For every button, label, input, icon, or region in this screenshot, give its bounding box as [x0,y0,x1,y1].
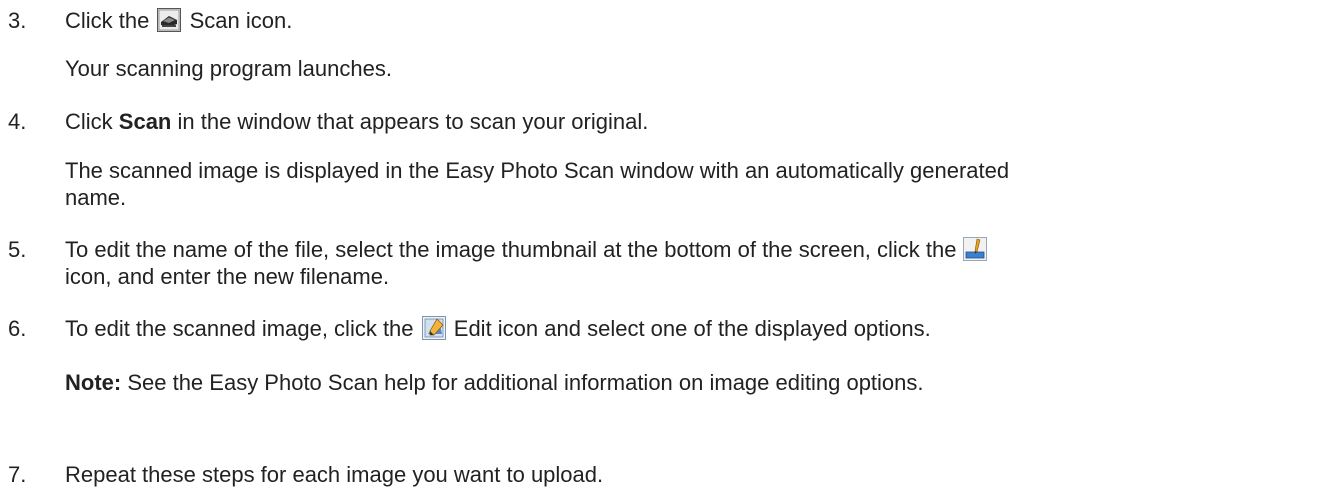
step-text-part: To edit the name of the file, select the… [65,237,957,262]
step-text-part: Click [65,109,119,134]
step-text-part: Edit icon and select one of the displaye… [447,316,931,341]
step-number: 7. [8,462,27,487]
step-number: 5. [8,237,27,262]
step-result: name. [65,185,127,210]
rename-icon [962,237,987,261]
step-text: Repeat these steps for each image you wa… [65,462,604,487]
step-text-part: in the window that appears to scan your … [171,109,649,134]
step-text-part: Scan icon. [183,8,293,33]
step-text-part: icon, and enter the new filename. [65,264,390,289]
step-number: 4. [8,109,27,134]
note-body: See the Easy Photo Scan help for additio… [121,370,924,395]
step-number: 3. [8,8,27,33]
step-text: Click Scan in the window that appears to… [65,109,648,135]
scan-icon [157,8,182,32]
scan-emphasis: Scan [118,109,172,134]
note-text: Note: See the Easy Photo Scan help for a… [65,370,924,396]
note-label: Note: [65,370,122,395]
step-number: 6. [8,316,27,341]
step-text-part: To edit the scanned image, click the [65,316,420,341]
step-result: Your scanning program launches. [65,56,392,81]
step-text: To edit the name of the file, select the… [65,237,989,263]
step-result: The scanned image is displayed in the Ea… [65,158,1010,183]
edit-icon [421,316,446,340]
step-text: Click the Scan icon. [65,8,292,34]
step-text: To edit the scanned image, click the Edi… [65,316,931,342]
step-text-part: Click the [65,8,156,33]
